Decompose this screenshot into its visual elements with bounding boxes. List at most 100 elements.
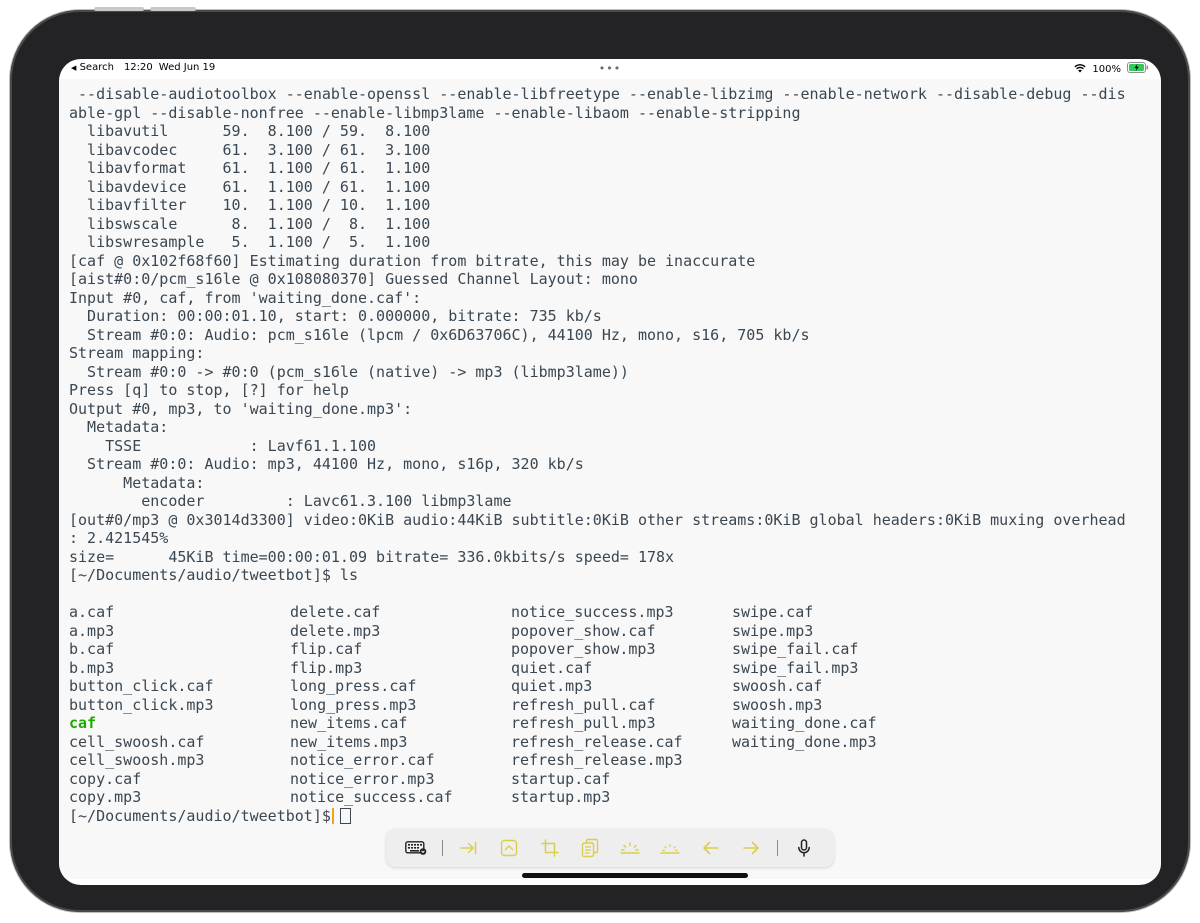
terminal-line: libavformat 61. 1.100 / 61. 1.100 [69, 159, 431, 177]
ls-file-entry: notice_error.mp3 [290, 769, 435, 788]
terminal-line: [out#0/mp3 @ 0x3014d3300] video:0KiB aud… [69, 510, 1126, 529]
home-indicator[interactable] [522, 873, 748, 878]
ls-file-entry: long_press.caf [290, 677, 417, 695]
microphone-icon[interactable] [784, 829, 824, 867]
ls-column: notice_success.mp3 popover_show.caf popove… [511, 603, 731, 807]
brightness-up-icon[interactable] [610, 829, 650, 867]
status-left: ◀ Search 12:20 Wed Jun 19 [71, 62, 215, 73]
back-label: Search [79, 62, 114, 73]
ls-file-entry: copy.mp3 [69, 788, 142, 806]
text-caret [331, 808, 334, 825]
terminal-line: Duration: 00:00:01.10, start: 0.000000, … [69, 307, 602, 325]
battery-percent: 100% [1092, 63, 1121, 75]
ls-file-entry: startup.mp3 [511, 788, 611, 806]
volume-button [94, 7, 144, 11]
control-key-icon[interactable] [489, 829, 529, 867]
ls-file-entry: swipe_fail.mp3 [732, 658, 859, 677]
ls-file-entry: delete.caf [290, 603, 381, 621]
ls-directory-entry: caf [69, 714, 97, 732]
status-bar: ◀ Search 12:20 Wed Jun 19 ••• 100% [59, 59, 1161, 79]
terminal-line: libavcodec 61. 3.100 / 61. 3.100 [69, 140, 431, 159]
prompt-line[interactable]: [~/Documents/audio/tweetbot]$ [69, 807, 351, 826]
ipad-frame: ◀ Search 12:20 Wed Jun 19 ••• 100% --dis… [10, 7, 1190, 912]
terminal-line: Input #0, caf, from 'waiting_done.caf': [69, 288, 422, 307]
screen: ◀ Search 12:20 Wed Jun 19 ••• 100% --dis… [59, 59, 1161, 885]
terminal-line: Output #0, mp3, to 'waiting_done.mp3': [69, 399, 413, 418]
arrow-right-icon[interactable] [731, 829, 771, 867]
terminal-view[interactable]: --disable-audiotoolbox --enable-openssl … [59, 79, 1161, 879]
terminal-line: Metadata: [69, 473, 205, 492]
ls-file-entry: cell_swoosh.caf [69, 732, 205, 751]
terminal-line: libswscale 8. 1.100 / 8. 1.100 [69, 214, 431, 233]
paste-icon[interactable] [570, 829, 610, 867]
ls-file-entry: b.mp3 [69, 658, 115, 677]
status-right: 100% [1074, 62, 1149, 76]
terminal-line: --disable-audiotoolbox --enable-openssl … [69, 85, 1126, 103]
ls-file-entry: swipe.caf [732, 603, 814, 621]
keyboard-icon[interactable] [396, 829, 436, 867]
ls-file-entry: copy.caf [69, 769, 142, 788]
crop-icon[interactable] [530, 829, 570, 867]
ls-file-entry: swoosh.caf [732, 677, 823, 695]
terminal-line: Stream mapping: [69, 344, 205, 362]
ls-file-entry: refresh_release.mp3 [511, 751, 683, 769]
ls-file-entry: swoosh.mp3 [732, 695, 823, 714]
ls-file-entry: flip.mp3 [290, 658, 363, 677]
wifi-icon [1074, 63, 1086, 76]
ls-file-entry: flip.caf [290, 640, 363, 658]
ls-file-entry: waiting_done.mp3 [732, 732, 877, 751]
ls-file-entry: notice_success.mp3 [511, 603, 674, 621]
terminal-cursor [339, 808, 351, 825]
tab-icon[interactable] [449, 829, 489, 867]
terminal-line: Stream #0:0 -> #0:0 (pcm_s16le (native) … [69, 362, 629, 381]
ls-file-entry: popover_show.mp3 [511, 640, 656, 658]
multitasking-dots[interactable]: ••• [599, 62, 621, 75]
ls-file-entry: swipe_fail.caf [732, 640, 859, 658]
terminal-line: libavutil 59. 8.100 / 59. 8.100 [69, 122, 431, 140]
arrow-left-icon[interactable] [690, 829, 730, 867]
terminal-line: libswresample 5. 1.100 / 5. 1.100 [69, 233, 431, 251]
terminal-line: TSSE : Lavf61.1.100 [69, 436, 377, 455]
back-arrow-icon: ◀ [71, 64, 77, 72]
ls-file-entry: swipe.mp3 [732, 621, 814, 640]
terminal-line: libavdevice 61. 1.100 / 61. 1.100 [69, 177, 431, 196]
ls-file-entry: refresh_pull.mp3 [511, 714, 656, 732]
prompt: [~/Documents/audio/tweetbot]$ [69, 807, 331, 825]
ls-file-entry: a.caf [69, 603, 115, 621]
keyboard-accessory-toolbar [386, 829, 834, 867]
status-time: 12:20 [123, 62, 153, 73]
terminal-line: [caf @ 0x102f68f60] Estimating duration … [69, 251, 756, 270]
status-date: Wed Jun 19 [158, 62, 216, 73]
brightness-down-icon[interactable] [650, 829, 690, 867]
ls-file-entry: waiting_done.caf [732, 714, 877, 732]
terminal-line: encoder : Lavc61.3.100 libmp3lame [69, 492, 512, 510]
ls-file-entry: quiet.caf [511, 658, 593, 677]
toolbar-separator [442, 840, 444, 856]
terminal-line: [~/Documents/audio/tweetbot]$ ls [69, 566, 358, 584]
terminal-line: : 2.421545% [69, 529, 169, 547]
ls-file-entry: new_items.mp3 [290, 732, 408, 751]
ls-file-entry: refresh_release.caf [511, 732, 683, 751]
ls-column: swipe.caf swipe.mp3 swipe_fail.caf swipe_fa… [732, 603, 952, 751]
ls-file-entry: a.mp3 [69, 621, 115, 640]
ls-column: a.caf a.mp3 b.caf b.mp3 button_click.caf butt… [69, 603, 289, 807]
ls-file-entry: notice_error.caf [290, 751, 435, 769]
ls-column: delete.caf delete.mp3 flip.caf flip.mp3 long… [290, 603, 510, 807]
back-to-search-link[interactable]: ◀ Search [71, 62, 114, 73]
ls-file-entry: quiet.mp3 [511, 677, 593, 695]
terminal-line: Stream #0:0: Audio: mp3, 44100 Hz, mono,… [69, 455, 584, 473]
terminal-line: Press [q] to stop, [?] for help [69, 381, 349, 399]
ls-file-entry: notice_success.caf [290, 788, 453, 806]
ls-file-entry: popover_show.caf [511, 621, 656, 640]
terminal-line: libavfilter 10. 1.100 / 10. 1.100 [69, 196, 431, 214]
terminal-line: Stream #0:0: Audio: pcm_s16le (lpcm / 0x… [69, 325, 810, 344]
battery-charging-icon [1127, 62, 1149, 76]
power-button [150, 7, 196, 11]
terminal-output: --disable-audiotoolbox --enable-openssl … [69, 85, 1153, 585]
terminal-line: Metadata: [69, 418, 169, 436]
ls-file-entry: refresh_pull.caf [511, 695, 656, 714]
ls-file-entry: long_press.mp3 [290, 695, 417, 714]
ls-file-entry: button_click.mp3 [69, 695, 214, 714]
terminal-line: able-gpl --disable-nonfree --enable-libm… [69, 103, 801, 122]
terminal-line: size= 45KiB time=00:00:01.09 bitrate= 33… [69, 547, 675, 566]
